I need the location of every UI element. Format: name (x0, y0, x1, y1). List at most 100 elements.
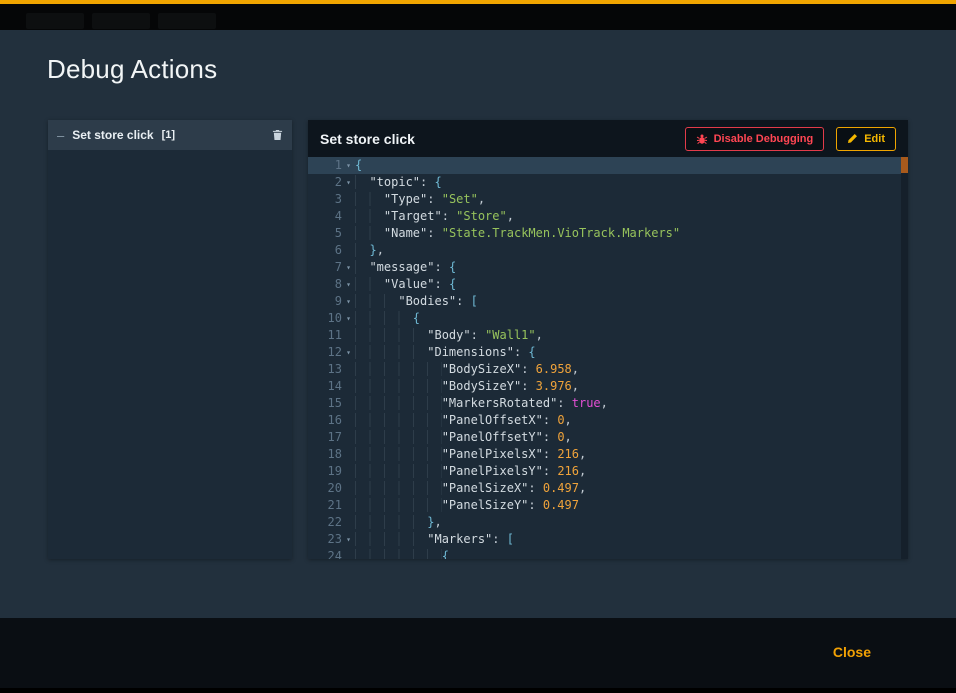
line-number: 21 (308, 497, 342, 514)
editor-line[interactable]: 23▾ "Markers": [ (308, 531, 908, 548)
editor-line[interactable]: 19 "PanelPixelsY": 216, (308, 463, 908, 480)
editor-line[interactable]: 24 { (308, 548, 908, 559)
fold-toggle-icon[interactable]: ▾ (342, 531, 355, 548)
collapse-icon[interactable]: – (57, 129, 64, 142)
close-button[interactable]: Close (833, 644, 871, 660)
code-text: { (355, 548, 449, 559)
window-tab-ghost (158, 13, 216, 29)
window-tab-ghost (26, 13, 84, 29)
editor-lines: 1▾{2▾ "topic": {3 "Type": "Set",4 "Targe… (308, 157, 908, 559)
editor-line[interactable]: 22 }, (308, 514, 908, 531)
fold-gutter (342, 242, 355, 259)
editor-line[interactable]: 8▾ "Value": { (308, 276, 908, 293)
line-number: 22 (308, 514, 342, 531)
editor-line[interactable]: 3 "Type": "Set", (308, 191, 908, 208)
code-text: "Dimensions": { (355, 344, 536, 361)
pencil-icon (847, 133, 858, 144)
code-text: "PanelOffsetX": 0, (355, 412, 572, 429)
fold-gutter (342, 463, 355, 480)
editor-line[interactable]: 9▾ "Bodies": [ (308, 293, 908, 310)
fold-gutter (342, 327, 355, 344)
fold-gutter (342, 225, 355, 242)
editor-line[interactable]: 1▾{ (308, 157, 908, 174)
editor-line[interactable]: 13 "BodySizeX": 6.958, (308, 361, 908, 378)
action-item-count: [1] (162, 129, 175, 141)
line-number: 10 (308, 310, 342, 327)
edit-button[interactable]: Edit (836, 127, 896, 151)
code-text: "PanelOffsetY": 0, (355, 429, 572, 446)
code-text: "BodySizeY": 3.976, (355, 378, 579, 395)
editor-line[interactable]: 2▾ "topic": { (308, 174, 908, 191)
window-tab-ghost (92, 13, 150, 29)
detail-title: Set store click (320, 131, 673, 147)
code-text: { (355, 157, 362, 174)
code-text: "MarkersRotated": true, (355, 395, 608, 412)
fold-gutter (342, 378, 355, 395)
line-number: 13 (308, 361, 342, 378)
line-number: 9 (308, 293, 342, 310)
disable-debugging-button[interactable]: Disable Debugging (685, 127, 825, 151)
action-list-body (48, 150, 292, 559)
editor-line[interactable]: 7▾ "message": { (308, 259, 908, 276)
fold-gutter (342, 446, 355, 463)
editor-line[interactable]: 18 "PanelPixelsX": 216, (308, 446, 908, 463)
fold-gutter (342, 191, 355, 208)
code-text: "PanelSizeX": 0.497, (355, 480, 586, 497)
code-text: "Value": { (355, 276, 456, 293)
line-number: 24 (308, 548, 342, 559)
code-text: "Body": "Wall1", (355, 327, 543, 344)
fold-toggle-icon[interactable]: ▾ (342, 174, 355, 191)
line-number: 6 (308, 242, 342, 259)
editor-scrollbar[interactable] (901, 157, 908, 559)
line-number: 5 (308, 225, 342, 242)
editor-line[interactable]: 12▾ "Dimensions": { (308, 344, 908, 361)
editor-line[interactable]: 14 "BodySizeY": 3.976, (308, 378, 908, 395)
fold-gutter (342, 412, 355, 429)
line-number: 14 (308, 378, 342, 395)
code-text: "PanelPixelsY": 216, (355, 463, 586, 480)
editor-line[interactable]: 21 "PanelSizeY": 0.497 (308, 497, 908, 514)
fold-gutter (342, 514, 355, 531)
line-number: 20 (308, 480, 342, 497)
line-number: 23 (308, 531, 342, 548)
code-text: "BodySizeX": 6.958, (355, 361, 579, 378)
editor-line[interactable]: 20 "PanelSizeX": 0.497, (308, 480, 908, 497)
json-editor[interactable]: 1▾{2▾ "topic": {3 "Type": "Set",4 "Targe… (308, 157, 908, 559)
editor-line[interactable]: 17 "PanelOffsetY": 0, (308, 429, 908, 446)
fold-gutter (342, 548, 355, 559)
line-number: 3 (308, 191, 342, 208)
editor-line[interactable]: 15 "MarkersRotated": true, (308, 395, 908, 412)
fold-toggle-icon[interactable]: ▾ (342, 157, 355, 174)
fold-toggle-icon[interactable]: ▾ (342, 259, 355, 276)
delete-action-button[interactable] (272, 129, 283, 141)
line-number: 12 (308, 344, 342, 361)
editor-line[interactable]: 11 "Body": "Wall1", (308, 327, 908, 344)
scrollbar-thumb[interactable] (901, 157, 908, 173)
line-number: 15 (308, 395, 342, 412)
fold-gutter (342, 429, 355, 446)
line-number: 11 (308, 327, 342, 344)
code-text: "PanelPixelsX": 216, (355, 446, 586, 463)
fold-toggle-icon[interactable]: ▾ (342, 344, 355, 361)
disable-debugging-label: Disable Debugging (714, 133, 814, 145)
fold-toggle-icon[interactable]: ▾ (342, 276, 355, 293)
fold-toggle-icon[interactable]: ▾ (342, 293, 355, 310)
footer: Close (0, 618, 956, 693)
editor-line[interactable]: 6 }, (308, 242, 908, 259)
editor-line[interactable]: 4 "Target": "Store", (308, 208, 908, 225)
editor-line[interactable]: 16 "PanelOffsetX": 0, (308, 412, 908, 429)
editor-line[interactable]: 10▾ { (308, 310, 908, 327)
editor-line[interactable]: 5 "Name": "State.TrackMen.VioTrack.Marke… (308, 225, 908, 242)
trash-icon (272, 129, 283, 141)
code-text: "Markers": [ (355, 531, 514, 548)
code-text: "Target": "Store", (355, 208, 514, 225)
line-number: 8 (308, 276, 342, 293)
line-number: 16 (308, 412, 342, 429)
line-number: 1 (308, 157, 342, 174)
action-list-item[interactable]: – Set store click [1] (48, 120, 292, 150)
code-text: "message": { (355, 259, 456, 276)
fold-toggle-icon[interactable]: ▾ (342, 310, 355, 327)
code-text: "Name": "State.TrackMen.VioTrack.Markers… (355, 225, 680, 242)
code-text: { (355, 310, 420, 327)
detail-panel: Set store click Disable Debugging Edit 1… (308, 120, 908, 559)
